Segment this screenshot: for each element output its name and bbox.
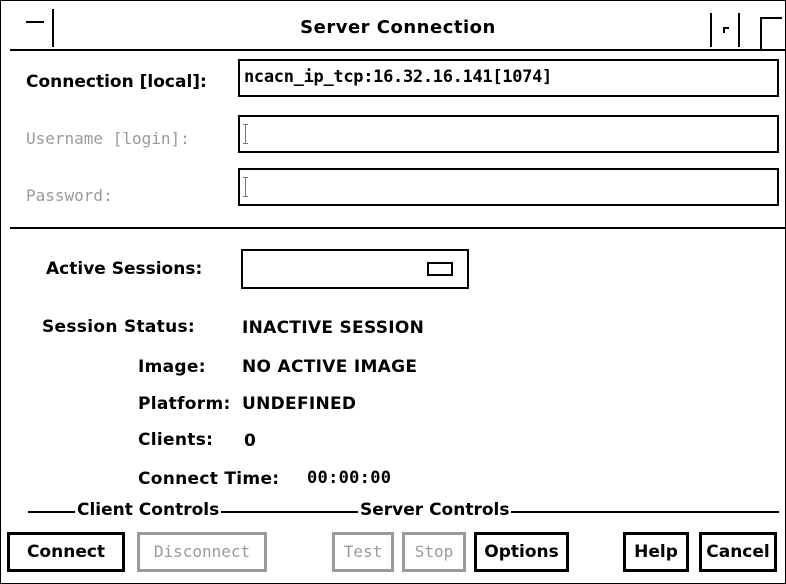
active-sessions-option-menu[interactable] xyxy=(241,249,469,289)
client-controls-label: Client Controls xyxy=(75,500,222,520)
options-button[interactable]: Options xyxy=(474,532,569,572)
text-cursor-icon xyxy=(243,177,248,197)
server-controls-label: Server Controls xyxy=(358,500,512,520)
clients-value: 0 xyxy=(244,431,257,451)
disconnect-button[interactable]: Disconnect xyxy=(137,532,267,572)
connect-time-value: 00:00:00 xyxy=(307,468,392,488)
connection-field[interactable]: ncacn_ip_tcp:16.32.16.141[1074] xyxy=(238,59,779,97)
active-sessions-label: Active Sessions: xyxy=(46,259,203,279)
session-status-label: Session Status: xyxy=(42,317,196,337)
cancel-button[interactable]: Cancel xyxy=(699,532,777,572)
server-connection-dialog: Server Connection Connection [local]: nc… xyxy=(0,0,786,584)
username-field[interactable] xyxy=(238,115,779,153)
stop-button[interactable]: Stop xyxy=(402,532,466,572)
image-value: NO ACTIVE IMAGE xyxy=(242,357,418,377)
connection-value: ncacn_ip_tcp:16.32.16.141[1074] xyxy=(244,67,552,87)
section-separator xyxy=(10,227,786,229)
test-button[interactable]: Test xyxy=(332,532,394,572)
platform-value: UNDEFINED xyxy=(242,394,357,414)
title-bar[interactable]: Server Connection xyxy=(10,9,786,51)
window-title: Server Connection xyxy=(300,17,496,38)
password-field[interactable] xyxy=(238,168,779,206)
minimize-icon[interactable] xyxy=(710,13,740,47)
password-label: Password: xyxy=(26,186,113,205)
session-status-value: INACTIVE SESSION xyxy=(242,318,425,338)
username-label: Username [login]: xyxy=(26,129,190,148)
clients-label: Clients: xyxy=(138,430,214,450)
image-label: Image: xyxy=(138,357,206,377)
connect-time-label: Connect Time: xyxy=(138,469,280,489)
help-button[interactable]: Help xyxy=(623,532,689,572)
connect-button[interactable]: Connect xyxy=(7,532,125,572)
maximize-icon[interactable] xyxy=(750,11,782,49)
platform-label: Platform: xyxy=(138,394,231,414)
option-menu-indicator-icon xyxy=(427,262,453,276)
connection-label: Connection [local]: xyxy=(26,72,207,92)
text-cursor-icon xyxy=(243,124,248,144)
